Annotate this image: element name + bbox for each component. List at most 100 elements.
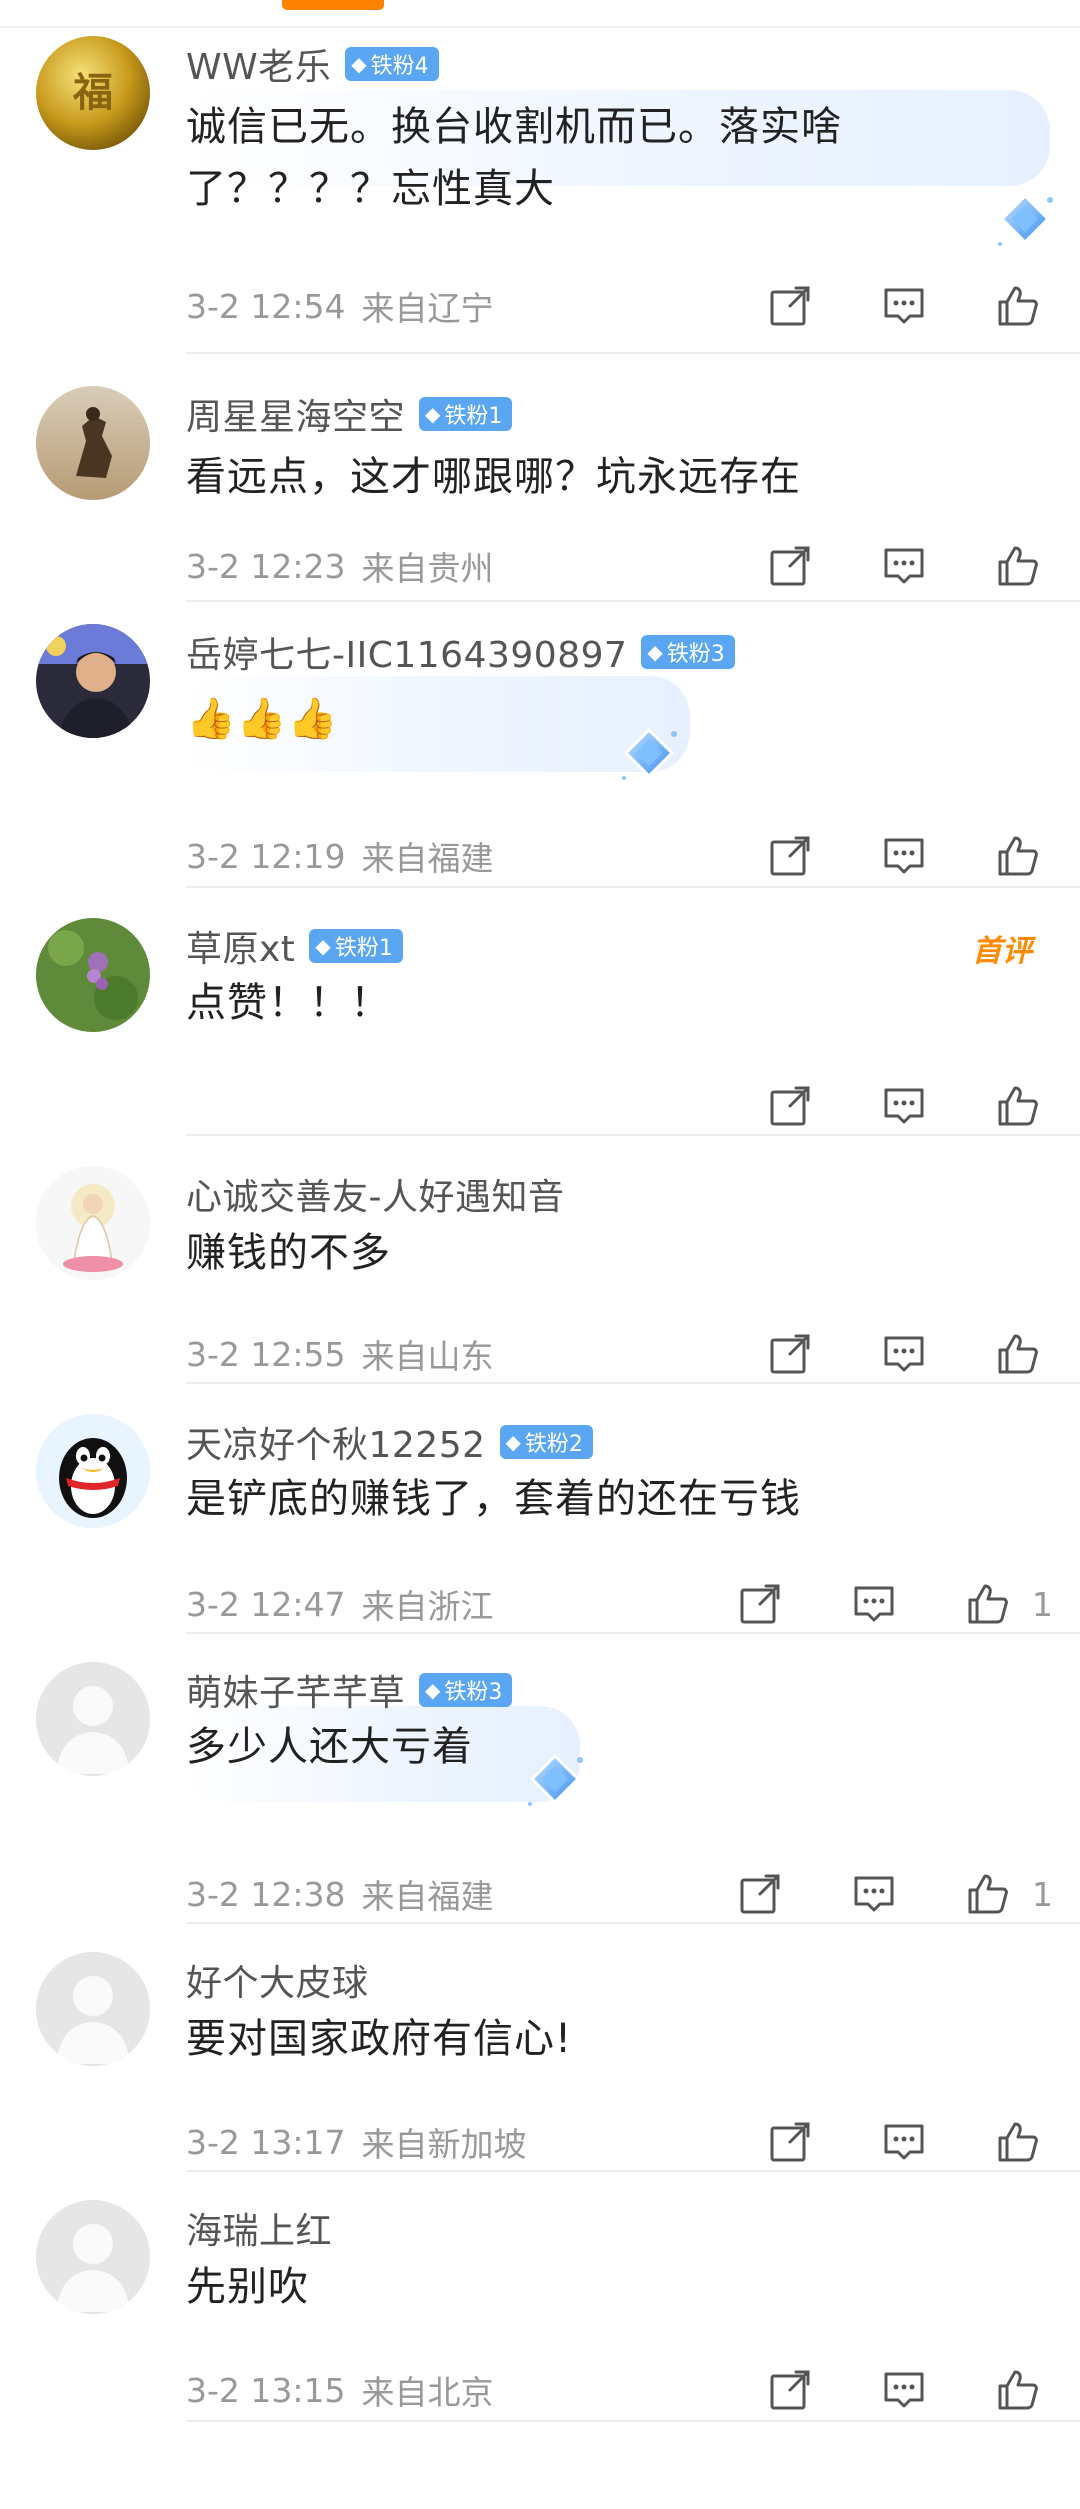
- like-count: 1: [1032, 1584, 1053, 1624]
- comment-meta: 3-2 12:54 来自辽宁: [186, 276, 494, 336]
- diamond-icon: ◆: [351, 52, 367, 76]
- avatar[interactable]: [36, 2200, 150, 2314]
- comment-text[interactable]: 诚信已无。换台收割机而已。落实啥 了？？？？忘性真大: [186, 96, 842, 220]
- comment-text-line: 要对国家政府有信心!: [186, 2016, 573, 2062]
- comment-meta: 3-2 12:38 来自福建: [186, 1864, 494, 1924]
- like-icon: [996, 2368, 1040, 2412]
- share-button[interactable]: [760, 826, 820, 886]
- share-button[interactable]: [760, 2360, 820, 2420]
- comment-footer: [186, 1076, 1080, 1136]
- diamond-icon: ◆: [425, 402, 441, 426]
- share-button[interactable]: [760, 536, 820, 596]
- reply-button[interactable]: [874, 826, 934, 886]
- comment-text[interactable]: 要对国家政府有信心!: [186, 2008, 572, 2070]
- comment-text[interactable]: 先别吹: [186, 2256, 309, 2318]
- reply-button[interactable]: [874, 2112, 934, 2172]
- like-button[interactable]: [988, 276, 1048, 336]
- reply-button[interactable]: [844, 1864, 904, 1924]
- comment-text[interactable]: 赚钱的不多: [186, 1222, 391, 1284]
- comment-text[interactable]: 看远点，这才哪跟哪？坑永远存在: [186, 446, 801, 508]
- comment-text-line: 看远点，这才哪跟哪？坑永远存在: [186, 454, 801, 500]
- comment-header: 萌妹子芊芊草 ◆ 铁粉3: [186, 1662, 513, 1718]
- share-button[interactable]: [760, 2112, 820, 2172]
- avatar[interactable]: [36, 1952, 150, 2066]
- penguin-avatar: [36, 1414, 150, 1528]
- comment-text-line: 👍👍👍: [186, 696, 339, 742]
- like-button[interactable]: [988, 2112, 1048, 2172]
- reply-button[interactable]: [874, 2360, 934, 2420]
- reply-button[interactable]: [874, 1324, 934, 1384]
- username[interactable]: 岳婷七七-IIC1164390897: [186, 626, 627, 678]
- diamond-icon: ◆: [505, 1430, 521, 1454]
- share-icon: [768, 1332, 812, 1376]
- comment-text[interactable]: 点赞！！！: [186, 972, 391, 1034]
- reply-button[interactable]: [874, 1076, 934, 1136]
- avatar[interactable]: [36, 1414, 150, 1528]
- username[interactable]: 心诚交善友-人好遇知音: [186, 1168, 565, 1220]
- reply-button[interactable]: [844, 1574, 904, 1634]
- like-button[interactable]: [988, 826, 1048, 886]
- share-button[interactable]: [730, 1574, 790, 1634]
- username[interactable]: 天凉好个秋12252: [186, 1416, 486, 1468]
- avatar[interactable]: [36, 1662, 150, 1776]
- like-button[interactable]: [988, 1324, 1048, 1384]
- like-button[interactable]: [958, 1574, 1018, 1634]
- comment-divider: [186, 352, 1080, 354]
- comment-header: 海瑞上红: [186, 2200, 332, 2256]
- avatar[interactable]: [36, 624, 150, 738]
- like-button[interactable]: [958, 1864, 1018, 1924]
- gold-coin-avatar: 福: [36, 36, 150, 150]
- comment-text[interactable]: 是铲底的赚钱了，套着的还在亏钱: [186, 1468, 801, 1530]
- avatar[interactable]: [36, 918, 150, 1032]
- timestamp: 3-2 12:19: [186, 836, 346, 876]
- username[interactable]: 海瑞上红: [186, 2202, 332, 2254]
- comment-text-line: 多少人还大亏着: [186, 1724, 473, 1770]
- comment-actions: [760, 1324, 1048, 1384]
- avatar[interactable]: [36, 386, 150, 500]
- avatar[interactable]: 福: [36, 36, 150, 150]
- timestamp: 3-2 12:55: [186, 1334, 346, 1374]
- reply-button[interactable]: [874, 536, 934, 596]
- default-avatar: [36, 2200, 150, 2314]
- share-button[interactable]: [760, 1324, 820, 1384]
- comment-text-line: 诚信已无。换台收割机而已。落实啥: [186, 104, 842, 150]
- comment-header: 心诚交善友-人好遇知音: [186, 1166, 565, 1222]
- fan-badge-label: 铁粉2: [524, 1432, 583, 1457]
- comment-text-line: 是铲底的赚钱了，套着的还在亏钱: [186, 1476, 801, 1522]
- fan-badge[interactable]: ◆ 铁粉4: [345, 47, 439, 81]
- location: 来自浙江: [361, 1587, 494, 1626]
- active-tab-indicator: [282, 0, 384, 10]
- username[interactable]: 周星星海空空: [186, 388, 405, 440]
- username[interactable]: WW老乐: [186, 38, 331, 90]
- share-icon: [738, 1582, 782, 1626]
- comment-meta: 3-2 13:17 来自新加坡: [186, 2112, 527, 2172]
- share-icon: [768, 544, 812, 588]
- share-button[interactable]: [730, 1864, 790, 1924]
- fan-badge[interactable]: ◆ 铁粉1: [419, 397, 513, 431]
- fan-badge[interactable]: ◆ 铁粉1: [309, 929, 403, 963]
- like-button[interactable]: [988, 536, 1048, 596]
- username[interactable]: 草原xt: [186, 920, 295, 972]
- comment-text-line: 点赞！！！: [186, 980, 391, 1026]
- comment-text[interactable]: 👍👍👍: [186, 688, 338, 750]
- comment-text[interactable]: 多少人还大亏着: [186, 1716, 473, 1778]
- fan-badge[interactable]: ◆ 铁粉3: [641, 635, 735, 669]
- share-button[interactable]: [760, 276, 820, 336]
- comment-footer: 3-2 13:15 来自北京: [186, 2360, 1080, 2420]
- like-button[interactable]: [988, 1076, 1048, 1136]
- comment-actions: [760, 826, 1048, 886]
- comment-divider: [186, 600, 1080, 602]
- reply-button[interactable]: [874, 276, 934, 336]
- comment-footer: 3-2 12:54 来自辽宁: [186, 276, 1080, 336]
- like-button[interactable]: [988, 2360, 1048, 2420]
- fan-badge[interactable]: ◆ 铁粉3: [419, 1673, 513, 1707]
- fan-badge[interactable]: ◆ 铁粉2: [499, 1425, 593, 1459]
- username[interactable]: 好个大皮球: [186, 1954, 369, 2006]
- share-button[interactable]: [760, 1076, 820, 1136]
- location: 来自贵州: [361, 549, 494, 588]
- like-icon: [966, 1582, 1010, 1626]
- comment-actions: 1: [730, 1864, 1053, 1924]
- avatar[interactable]: [36, 1166, 150, 1280]
- comment-header: WW老乐 ◆ 铁粉4: [186, 36, 439, 92]
- username[interactable]: 萌妹子芊芊草: [186, 1664, 405, 1716]
